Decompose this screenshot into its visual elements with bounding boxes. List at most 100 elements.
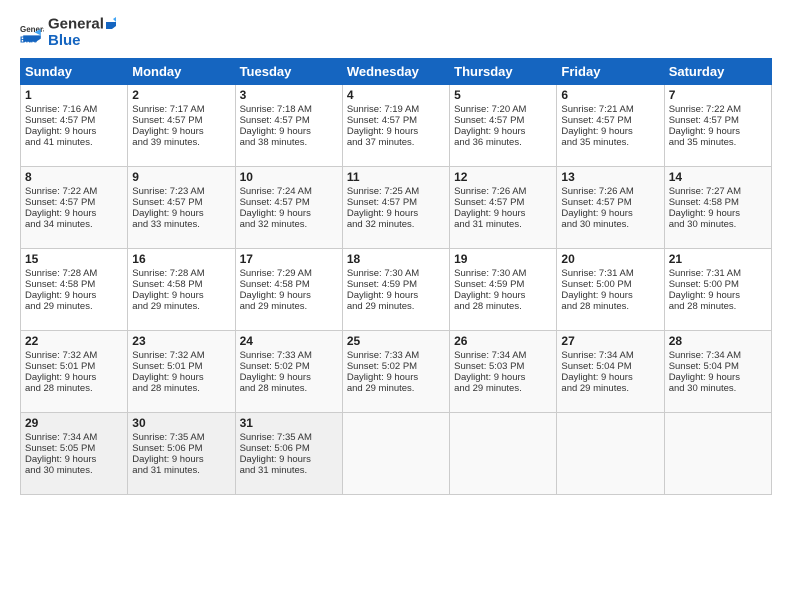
day-info-line: Sunrise: 7:22 AM bbox=[669, 104, 767, 115]
day-info-line: Sunrise: 7:34 AM bbox=[561, 350, 659, 361]
day-info-line: Daylight: 9 hours bbox=[561, 208, 659, 219]
day-info-line: Sunset: 4:57 PM bbox=[347, 197, 445, 208]
day-cell: 26Sunrise: 7:34 AMSunset: 5:03 PMDayligh… bbox=[450, 330, 557, 412]
day-info-line: and 28 minutes. bbox=[240, 383, 338, 394]
day-cell: 27Sunrise: 7:34 AMSunset: 5:04 PMDayligh… bbox=[557, 330, 664, 412]
day-info-line: Daylight: 9 hours bbox=[132, 372, 230, 383]
day-info-line: Sunrise: 7:30 AM bbox=[347, 268, 445, 279]
day-number: 9 bbox=[132, 170, 230, 184]
day-cell: 17Sunrise: 7:29 AMSunset: 4:58 PMDayligh… bbox=[235, 248, 342, 330]
day-cell: 15Sunrise: 7:28 AMSunset: 4:58 PMDayligh… bbox=[21, 248, 128, 330]
day-info-line: Sunrise: 7:33 AM bbox=[240, 350, 338, 361]
day-info-line: Sunset: 5:05 PM bbox=[25, 443, 123, 454]
day-number: 24 bbox=[240, 334, 338, 348]
day-info-line: Sunset: 4:57 PM bbox=[240, 197, 338, 208]
day-number: 21 bbox=[669, 252, 767, 266]
weekday-header-row: SundayMondayTuesdayWednesdayThursdayFrid… bbox=[21, 58, 772, 84]
day-info-line: Sunset: 4:57 PM bbox=[454, 197, 552, 208]
day-cell: 14Sunrise: 7:27 AMSunset: 4:58 PMDayligh… bbox=[664, 166, 771, 248]
logo: General Blue General Blue bbox=[20, 16, 120, 50]
day-cell: 23Sunrise: 7:32 AMSunset: 5:01 PMDayligh… bbox=[128, 330, 235, 412]
day-info-line: and 31 minutes. bbox=[240, 465, 338, 476]
day-info-line: Sunrise: 7:25 AM bbox=[347, 186, 445, 197]
day-info-line: Sunrise: 7:34 AM bbox=[669, 350, 767, 361]
day-info-line: and 34 minutes. bbox=[25, 219, 123, 230]
day-info-line: Daylight: 9 hours bbox=[132, 290, 230, 301]
day-info-line: Sunset: 4:57 PM bbox=[240, 115, 338, 126]
day-info-line: and 41 minutes. bbox=[25, 137, 123, 148]
day-info-line: and 35 minutes. bbox=[561, 137, 659, 148]
day-number: 15 bbox=[25, 252, 123, 266]
day-info-line: Sunrise: 7:20 AM bbox=[454, 104, 552, 115]
day-info-line: Sunset: 5:03 PM bbox=[454, 361, 552, 372]
day-info-line: Daylight: 9 hours bbox=[454, 372, 552, 383]
day-number: 20 bbox=[561, 252, 659, 266]
day-cell: 4Sunrise: 7:19 AMSunset: 4:57 PMDaylight… bbox=[342, 84, 449, 166]
day-info-line: Sunrise: 7:17 AM bbox=[132, 104, 230, 115]
day-info-line: Daylight: 9 hours bbox=[454, 126, 552, 137]
day-cell: 21Sunrise: 7:31 AMSunset: 5:00 PMDayligh… bbox=[664, 248, 771, 330]
day-info-line: Sunset: 4:57 PM bbox=[25, 197, 123, 208]
day-info-line: Sunrise: 7:21 AM bbox=[561, 104, 659, 115]
day-info-line: Daylight: 9 hours bbox=[561, 290, 659, 301]
weekday-header-friday: Friday bbox=[557, 58, 664, 84]
day-info-line: and 29 minutes. bbox=[347, 383, 445, 394]
day-info-line: Sunset: 4:57 PM bbox=[25, 115, 123, 126]
day-cell: 11Sunrise: 7:25 AMSunset: 4:57 PMDayligh… bbox=[342, 166, 449, 248]
day-info-line: Sunset: 5:00 PM bbox=[561, 279, 659, 290]
day-info-line: Daylight: 9 hours bbox=[25, 454, 123, 465]
day-cell: 16Sunrise: 7:28 AMSunset: 4:58 PMDayligh… bbox=[128, 248, 235, 330]
day-info-line: Daylight: 9 hours bbox=[347, 372, 445, 383]
day-info-line: Sunset: 4:57 PM bbox=[669, 115, 767, 126]
day-info-line: and 32 minutes. bbox=[347, 219, 445, 230]
day-number: 8 bbox=[25, 170, 123, 184]
day-number: 23 bbox=[132, 334, 230, 348]
day-info-line: and 31 minutes. bbox=[132, 465, 230, 476]
day-info-line: Daylight: 9 hours bbox=[240, 208, 338, 219]
day-number: 12 bbox=[454, 170, 552, 184]
day-info-line: Sunset: 5:01 PM bbox=[132, 361, 230, 372]
day-number: 27 bbox=[561, 334, 659, 348]
day-cell: 13Sunrise: 7:26 AMSunset: 4:57 PMDayligh… bbox=[557, 166, 664, 248]
day-info-line: and 37 minutes. bbox=[347, 137, 445, 148]
day-info-line: and 28 minutes. bbox=[132, 383, 230, 394]
day-info-line: Daylight: 9 hours bbox=[561, 372, 659, 383]
day-cell: 28Sunrise: 7:34 AMSunset: 5:04 PMDayligh… bbox=[664, 330, 771, 412]
day-info-line: and 28 minutes. bbox=[25, 383, 123, 394]
day-info-line: Sunrise: 7:34 AM bbox=[25, 432, 123, 443]
day-cell bbox=[342, 412, 449, 494]
day-cell bbox=[557, 412, 664, 494]
day-info-line: Sunrise: 7:28 AM bbox=[132, 268, 230, 279]
day-info-line: Daylight: 9 hours bbox=[25, 290, 123, 301]
day-number: 19 bbox=[454, 252, 552, 266]
day-cell: 8Sunrise: 7:22 AMSunset: 4:57 PMDaylight… bbox=[21, 166, 128, 248]
day-info-line: Sunrise: 7:30 AM bbox=[454, 268, 552, 279]
day-number: 1 bbox=[25, 88, 123, 102]
day-number: 17 bbox=[240, 252, 338, 266]
day-info-line: Daylight: 9 hours bbox=[132, 454, 230, 465]
day-info-line: and 30 minutes. bbox=[25, 465, 123, 476]
day-info-line: Sunset: 4:58 PM bbox=[132, 279, 230, 290]
day-number: 28 bbox=[669, 334, 767, 348]
day-info-line: Daylight: 9 hours bbox=[454, 208, 552, 219]
day-cell: 29Sunrise: 7:34 AMSunset: 5:05 PMDayligh… bbox=[21, 412, 128, 494]
day-number: 11 bbox=[347, 170, 445, 184]
day-cell: 31Sunrise: 7:35 AMSunset: 5:06 PMDayligh… bbox=[235, 412, 342, 494]
day-cell: 3Sunrise: 7:18 AMSunset: 4:57 PMDaylight… bbox=[235, 84, 342, 166]
day-info-line: Sunset: 4:57 PM bbox=[561, 115, 659, 126]
day-info-line: Sunrise: 7:19 AM bbox=[347, 104, 445, 115]
day-info-line: Daylight: 9 hours bbox=[347, 290, 445, 301]
day-info-line: Sunrise: 7:27 AM bbox=[669, 186, 767, 197]
weekday-header-wednesday: Wednesday bbox=[342, 58, 449, 84]
day-info-line: Sunrise: 7:32 AM bbox=[25, 350, 123, 361]
day-number: 4 bbox=[347, 88, 445, 102]
day-info-line: Sunset: 5:02 PM bbox=[240, 361, 338, 372]
day-cell: 1Sunrise: 7:16 AMSunset: 4:57 PMDaylight… bbox=[21, 84, 128, 166]
logo-blue-text: Blue bbox=[48, 33, 120, 50]
day-cell: 6Sunrise: 7:21 AMSunset: 4:57 PMDaylight… bbox=[557, 84, 664, 166]
header: General Blue General Blue bbox=[20, 16, 772, 50]
logo-general-text: General bbox=[48, 16, 120, 33]
day-cell: 24Sunrise: 7:33 AMSunset: 5:02 PMDayligh… bbox=[235, 330, 342, 412]
day-info-line: and 29 minutes. bbox=[25, 301, 123, 312]
day-number: 30 bbox=[132, 416, 230, 430]
